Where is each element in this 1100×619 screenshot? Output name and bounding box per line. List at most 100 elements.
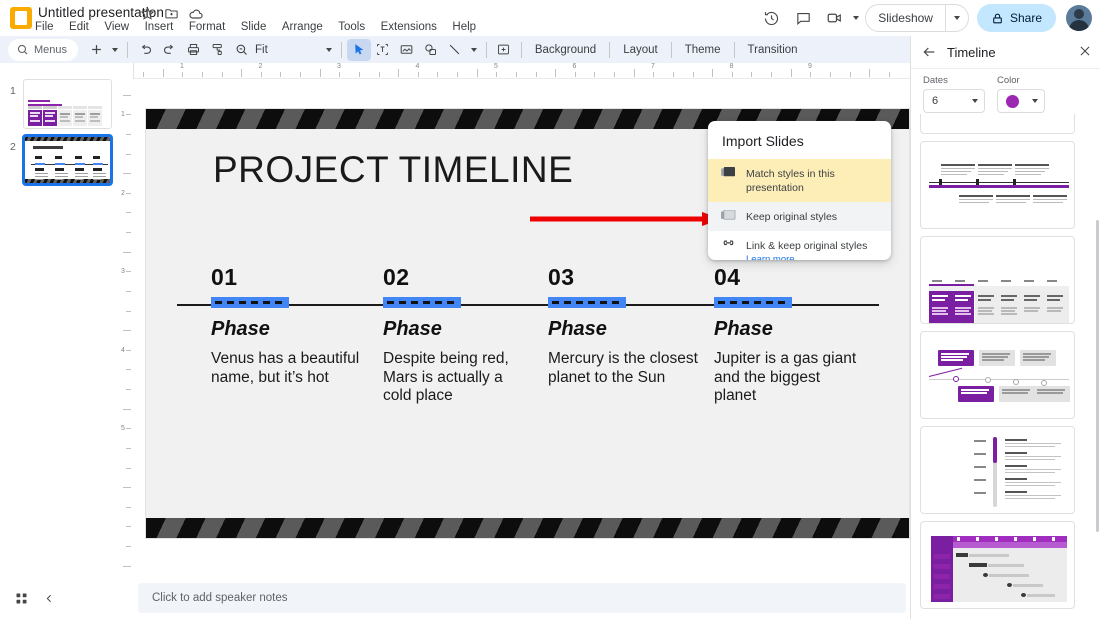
speaker-notes-area[interactable]: Click to add speaker notes bbox=[134, 575, 910, 619]
color-select[interactable] bbox=[997, 89, 1045, 113]
zoom-level-select[interactable]: Fit bbox=[253, 39, 336, 61]
bottom-bar bbox=[0, 575, 134, 619]
menu-insert[interactable]: Insert bbox=[143, 20, 176, 34]
phase-number: 01 bbox=[211, 264, 361, 290]
present-video-icon[interactable] bbox=[821, 4, 849, 32]
template-list[interactable] bbox=[911, 114, 1100, 619]
ruler-tick-label: 5 bbox=[494, 63, 498, 70]
app-header: Untitled presentation File Edit View Ins… bbox=[0, 0, 1100, 36]
slide-thumbnail-2[interactable] bbox=[23, 135, 112, 185]
share-button[interactable]: Share bbox=[977, 4, 1056, 32]
learn-more-link[interactable]: Learn more bbox=[746, 254, 867, 260]
close-icon[interactable] bbox=[1078, 44, 1092, 58]
slideshow-dropdown[interactable] bbox=[946, 16, 968, 20]
slide-filmstrip[interactable]: 1 bbox=[0, 63, 134, 575]
comment-icon[interactable] bbox=[789, 4, 817, 32]
timeline-side-panel[interactable]: Timeline Dates 6 Color bbox=[910, 36, 1100, 619]
grid-view-icon[interactable] bbox=[10, 587, 32, 609]
slideshow-button[interactable]: Slideshow bbox=[865, 4, 969, 32]
slides-filled-icon bbox=[721, 167, 736, 180]
menu-view[interactable]: View bbox=[102, 20, 131, 34]
text-box-tool[interactable] bbox=[371, 39, 395, 61]
menu-slide[interactable]: Slide bbox=[239, 20, 269, 34]
menu-bar: File Edit View Insert Format Slide Arran… bbox=[33, 20, 478, 34]
phase-marker bbox=[548, 297, 626, 308]
timeline-template-table-columns[interactable] bbox=[920, 236, 1075, 324]
menu-extensions[interactable]: Extensions bbox=[379, 20, 439, 34]
cloud-saved-icon[interactable] bbox=[188, 6, 203, 21]
insert-comment-tool[interactable] bbox=[492, 39, 516, 61]
phase-number: 04 bbox=[714, 264, 864, 290]
layout-button[interactable]: Layout bbox=[615, 41, 666, 59]
menu-tools[interactable]: Tools bbox=[336, 20, 367, 34]
menu-help[interactable]: Help bbox=[450, 20, 478, 34]
theme-button[interactable]: Theme bbox=[677, 41, 729, 59]
phase-description: Mercury is the closest planet to the Sun bbox=[548, 350, 698, 387]
phase-name: Phase bbox=[714, 318, 864, 340]
phase-block-4[interactable]: 04 Phase Jupiter is a gas giant and the … bbox=[714, 264, 864, 406]
insert-image-tool[interactable] bbox=[395, 39, 419, 61]
menu-format[interactable]: Format bbox=[187, 20, 227, 34]
filmstrip-slide-1[interactable]: 1 bbox=[0, 73, 133, 131]
phase-description: Venus has a beautiful name, but it’s hot bbox=[211, 350, 361, 387]
transition-button[interactable]: Transition bbox=[740, 41, 806, 59]
new-slide-button[interactable] bbox=[84, 39, 108, 61]
timeline-template-partial[interactable] bbox=[920, 114, 1075, 134]
color-label: Color bbox=[997, 75, 1045, 86]
line-tool-dropdown-icon[interactable] bbox=[467, 39, 481, 61]
import-option-match-styles[interactable]: Match styles in this presentation bbox=[708, 159, 891, 202]
ruler-tick-label: 4 bbox=[416, 63, 420, 70]
new-slide-dropdown-icon[interactable] bbox=[108, 39, 122, 61]
import-option-link-keep-original[interactable]: Link & keep original styles Learn more bbox=[708, 231, 891, 260]
present-options-caret-icon[interactable] bbox=[853, 16, 859, 20]
select-tool[interactable] bbox=[347, 39, 371, 61]
slide-thumbnail-1[interactable] bbox=[23, 79, 112, 129]
panel-scrollbar[interactable] bbox=[1096, 220, 1099, 532]
line-tool[interactable] bbox=[443, 39, 467, 61]
menus-label: Menus bbox=[34, 44, 67, 56]
version-history-icon[interactable] bbox=[757, 4, 785, 32]
menu-arrange[interactable]: Arrange bbox=[280, 20, 325, 34]
import-option-text-group: Link & keep original styles Learn more bbox=[746, 238, 867, 260]
menu-edit[interactable]: Edit bbox=[67, 20, 91, 34]
lock-icon bbox=[991, 12, 1004, 25]
header-actions: Slideshow Share bbox=[757, 4, 1092, 32]
phase-marker bbox=[714, 297, 792, 308]
dates-value: 6 bbox=[932, 95, 938, 107]
timeline-template-vertical-bar[interactable] bbox=[920, 426, 1075, 514]
timeline-template-gantt-chart[interactable] bbox=[920, 521, 1075, 609]
timeline-template-branching-nodes[interactable] bbox=[920, 331, 1075, 419]
horizontal-ruler: 123456789 bbox=[134, 63, 910, 79]
redo-button[interactable] bbox=[157, 39, 181, 61]
speaker-notes-input[interactable]: Click to add speaker notes bbox=[138, 583, 906, 613]
dates-select[interactable]: 6 bbox=[923, 89, 985, 113]
paint-format-button[interactable] bbox=[205, 39, 229, 61]
phase-block-1[interactable]: 01 Phase Venus has a beautiful name, but… bbox=[211, 264, 361, 387]
slide-title[interactable]: PROJECT TIMELINE bbox=[213, 149, 573, 191]
filmstrip-slide-2[interactable]: 2 bbox=[0, 131, 133, 189]
menu-file[interactable]: File bbox=[33, 20, 56, 34]
ruler-tick-label: 1 bbox=[180, 63, 184, 70]
import-dialog-title: Import Slides bbox=[708, 121, 891, 159]
back-arrow-icon[interactable] bbox=[921, 44, 937, 60]
avatar[interactable] bbox=[1066, 5, 1092, 31]
dates-label: Dates bbox=[923, 75, 985, 86]
phase-number: 02 bbox=[383, 264, 533, 290]
zoom-button[interactable] bbox=[229, 39, 253, 61]
move-to-folder-icon[interactable] bbox=[164, 6, 179, 21]
undo-button[interactable] bbox=[133, 39, 157, 61]
phase-block-2[interactable]: 02 Phase Despite being red, Mars is actu… bbox=[383, 264, 533, 406]
menus-search-button[interactable]: Menus bbox=[8, 39, 78, 61]
collapse-filmstrip-icon[interactable] bbox=[38, 587, 60, 609]
background-button[interactable]: Background bbox=[527, 41, 604, 59]
shape-tool[interactable] bbox=[419, 39, 443, 61]
star-icon[interactable] bbox=[140, 6, 155, 21]
slide-number-2: 2 bbox=[10, 141, 16, 153]
ruler-tick-label: 5 bbox=[121, 425, 125, 432]
print-button[interactable] bbox=[181, 39, 205, 61]
import-slides-dialog[interactable]: Import Slides Match styles in this prese… bbox=[708, 121, 891, 260]
phase-name: Phase bbox=[211, 318, 361, 340]
phase-block-3[interactable]: 03 Phase Mercury is the closest planet t… bbox=[548, 264, 698, 387]
import-option-keep-original[interactable]: Keep original styles bbox=[708, 202, 891, 231]
timeline-template-zigzag[interactable] bbox=[920, 141, 1075, 229]
